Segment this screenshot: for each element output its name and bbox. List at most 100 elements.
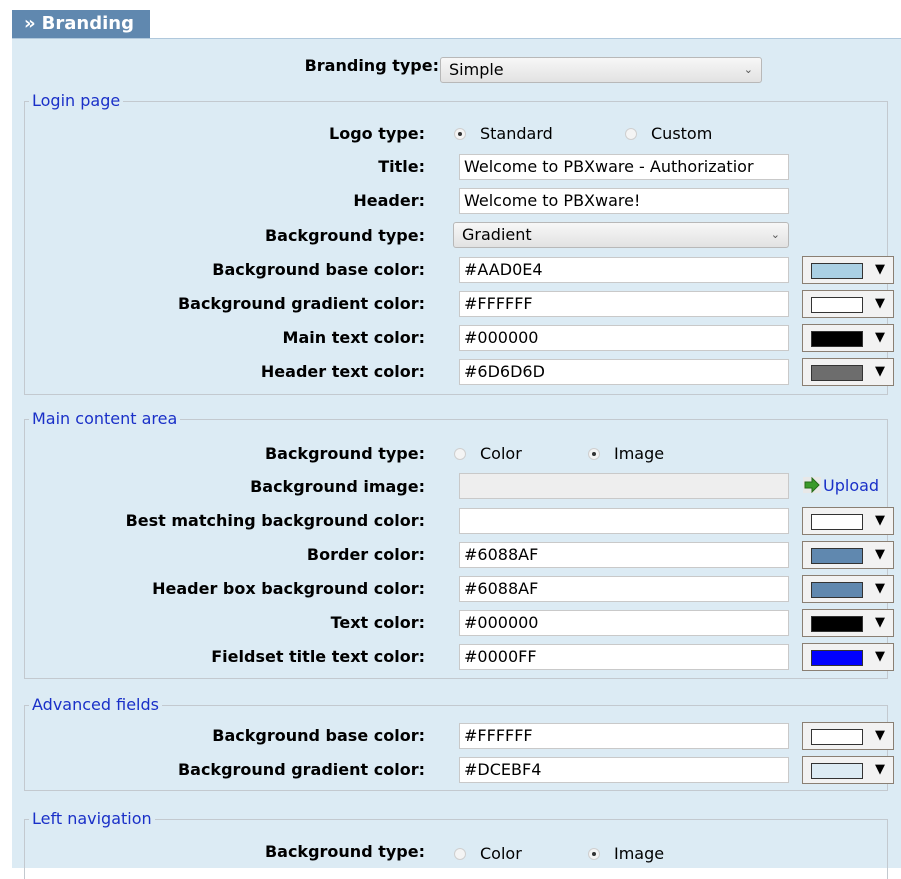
header-label: Header: — [353, 191, 425, 210]
main-bg-type-color-radio[interactable]: Color — [454, 444, 522, 464]
text-color-label: Text color: — [330, 613, 425, 632]
color-swatch — [811, 365, 863, 381]
left-navigation-legend: Left navigation — [29, 810, 155, 828]
main-text-color-input[interactable]: #000000 — [459, 325, 789, 351]
main-bg-type-label: Background type: — [264, 444, 425, 463]
upload-link[interactable]: Upload — [803, 475, 879, 497]
logo-type-custom-radio[interactable]: Custom — [625, 124, 712, 144]
radio-selected-icon — [454, 128, 466, 140]
nav-bg-type-image-radio[interactable]: Image — [588, 844, 664, 864]
title-label: Title: — [378, 157, 425, 176]
text-color-picker[interactable]: ▼ — [802, 609, 894, 637]
branding-type-label: Branding type: — [304, 56, 439, 75]
nav-bg-type-color-radio[interactable]: Color — [454, 844, 522, 864]
fieldset-title-color-input[interactable]: #0000FF — [459, 644, 789, 670]
adv-bg-gradient-label: Background gradient color: — [177, 760, 425, 779]
login-bg-gradient-picker[interactable]: ▼ — [802, 290, 894, 318]
login-bg-type-select[interactable]: Gradient ⌄ — [453, 222, 789, 248]
adv-bg-base-label: Background base color: — [212, 726, 425, 745]
login-bg-base-picker[interactable]: ▼ — [802, 256, 894, 284]
adv-bg-gradient-input[interactable]: #DCEBF4 — [459, 757, 789, 783]
triangle-down-icon: ▼ — [875, 364, 885, 379]
main-content-legend: Main content area — [29, 410, 181, 428]
triangle-down-icon: ▼ — [875, 330, 885, 345]
triangle-down-icon: ▼ — [875, 513, 885, 528]
header-input[interactable]: Welcome to PBXware! — [459, 188, 789, 214]
triangle-down-icon: ▼ — [875, 547, 885, 562]
logo-type-label: Logo type: — [329, 124, 425, 143]
main-text-color-label: Main text color: — [282, 328, 425, 347]
main-bg-type-image-radio[interactable]: Image — [588, 444, 664, 464]
triangle-down-icon: ▼ — [875, 649, 885, 664]
branding-panel: Branding type: Simple ⌄ Login page Logo … — [12, 38, 901, 879]
radio-unselected-icon — [454, 448, 466, 460]
title-input[interactable]: Welcome to PBXware - Authorizatior — [459, 154, 789, 180]
header-text-color-input[interactable]: #6D6D6D — [459, 359, 789, 385]
main-text-color-picker[interactable]: ▼ — [802, 324, 894, 352]
radio-unselected-icon — [625, 128, 637, 140]
upload-label: Upload — [823, 476, 880, 495]
login-bg-gradient-label: Background gradient color: — [177, 294, 425, 313]
color-swatch — [811, 331, 863, 347]
main-bg-type-image-label: Image — [614, 444, 665, 463]
triangle-down-icon: ▼ — [875, 762, 885, 777]
border-color-label: Border color: — [306, 545, 425, 564]
left-navigation-fieldset: Left navigation Background type: Color I… — [24, 810, 888, 879]
chevron-down-icon: ⌄ — [770, 228, 780, 241]
upload-arrow-icon — [803, 477, 821, 493]
tab-prefix: » — [24, 13, 36, 34]
adv-bg-base-picker[interactable]: ▼ — [802, 722, 894, 750]
branding-type-value: Simple — [449, 60, 504, 79]
nav-bg-type-image-label: Image — [614, 844, 665, 863]
login-bg-base-label: Background base color: — [212, 260, 425, 279]
nav-bg-type-color-label: Color — [480, 844, 522, 863]
color-swatch — [811, 297, 863, 313]
triangle-down-icon: ▼ — [875, 615, 885, 630]
triangle-down-icon: ▼ — [875, 728, 885, 743]
color-swatch — [811, 263, 863, 279]
chevron-down-icon: ⌄ — [743, 63, 753, 76]
login-bg-type-value: Gradient — [462, 225, 532, 244]
login-page-legend: Login page — [29, 92, 124, 110]
tab-title: Branding — [41, 13, 134, 34]
header-text-color-label: Header text color: — [260, 362, 425, 381]
adv-bg-gradient-picker[interactable]: ▼ — [802, 756, 894, 784]
color-swatch — [811, 616, 863, 632]
triangle-down-icon: ▼ — [875, 262, 885, 277]
main-content-fieldset: Main content area Background type: Color… — [24, 410, 894, 679]
text-color-input[interactable]: #000000 — [459, 610, 789, 636]
header-box-bg-picker[interactable]: ▼ — [802, 575, 894, 603]
header-box-bg-input[interactable]: #6088AF — [459, 576, 789, 602]
logo-type-standard-label: Standard — [480, 124, 553, 143]
fieldset-title-color-label: Fieldset title text color: — [211, 647, 425, 666]
triangle-down-icon: ▼ — [875, 296, 885, 311]
border-color-input[interactable]: #6088AF — [459, 542, 789, 568]
best-bg-color-picker[interactable]: ▼ — [802, 507, 894, 535]
bg-image-input[interactable] — [459, 473, 789, 499]
color-swatch — [811, 514, 863, 530]
color-swatch — [811, 763, 863, 779]
login-bg-base-input[interactable]: #AAD0E4 — [459, 257, 789, 283]
radio-unselected-icon — [454, 848, 466, 860]
login-bg-gradient-input[interactable]: #FFFFFF — [459, 291, 789, 317]
login-page-fieldset: Login page Logo type: Standard Custom Ti… — [24, 92, 894, 395]
border-color-picker[interactable]: ▼ — [802, 541, 894, 569]
branding-tab[interactable]: » Branding — [12, 10, 150, 38]
color-swatch — [811, 548, 863, 564]
advanced-fields-legend: Advanced fields — [29, 696, 162, 714]
color-swatch — [811, 582, 863, 598]
logo-type-custom-label: Custom — [651, 124, 713, 143]
branding-type-select[interactable]: Simple ⌄ — [440, 57, 762, 83]
best-bg-color-label: Best matching background color: — [125, 511, 425, 530]
triangle-down-icon: ▼ — [875, 581, 885, 596]
login-bg-type-label: Background type: — [264, 226, 425, 245]
header-text-color-picker[interactable]: ▼ — [802, 358, 894, 386]
radio-selected-icon — [588, 448, 600, 460]
nav-bg-type-label: Background type: — [264, 842, 425, 861]
advanced-fields-fieldset: Advanced fields Background base color: #… — [24, 696, 894, 791]
logo-type-standard-radio[interactable]: Standard — [454, 124, 553, 144]
adv-bg-base-input[interactable]: #FFFFFF — [459, 723, 789, 749]
main-bg-type-color-label: Color — [480, 444, 522, 463]
fieldset-title-color-picker[interactable]: ▼ — [802, 643, 894, 671]
best-bg-color-input[interactable] — [459, 508, 789, 534]
